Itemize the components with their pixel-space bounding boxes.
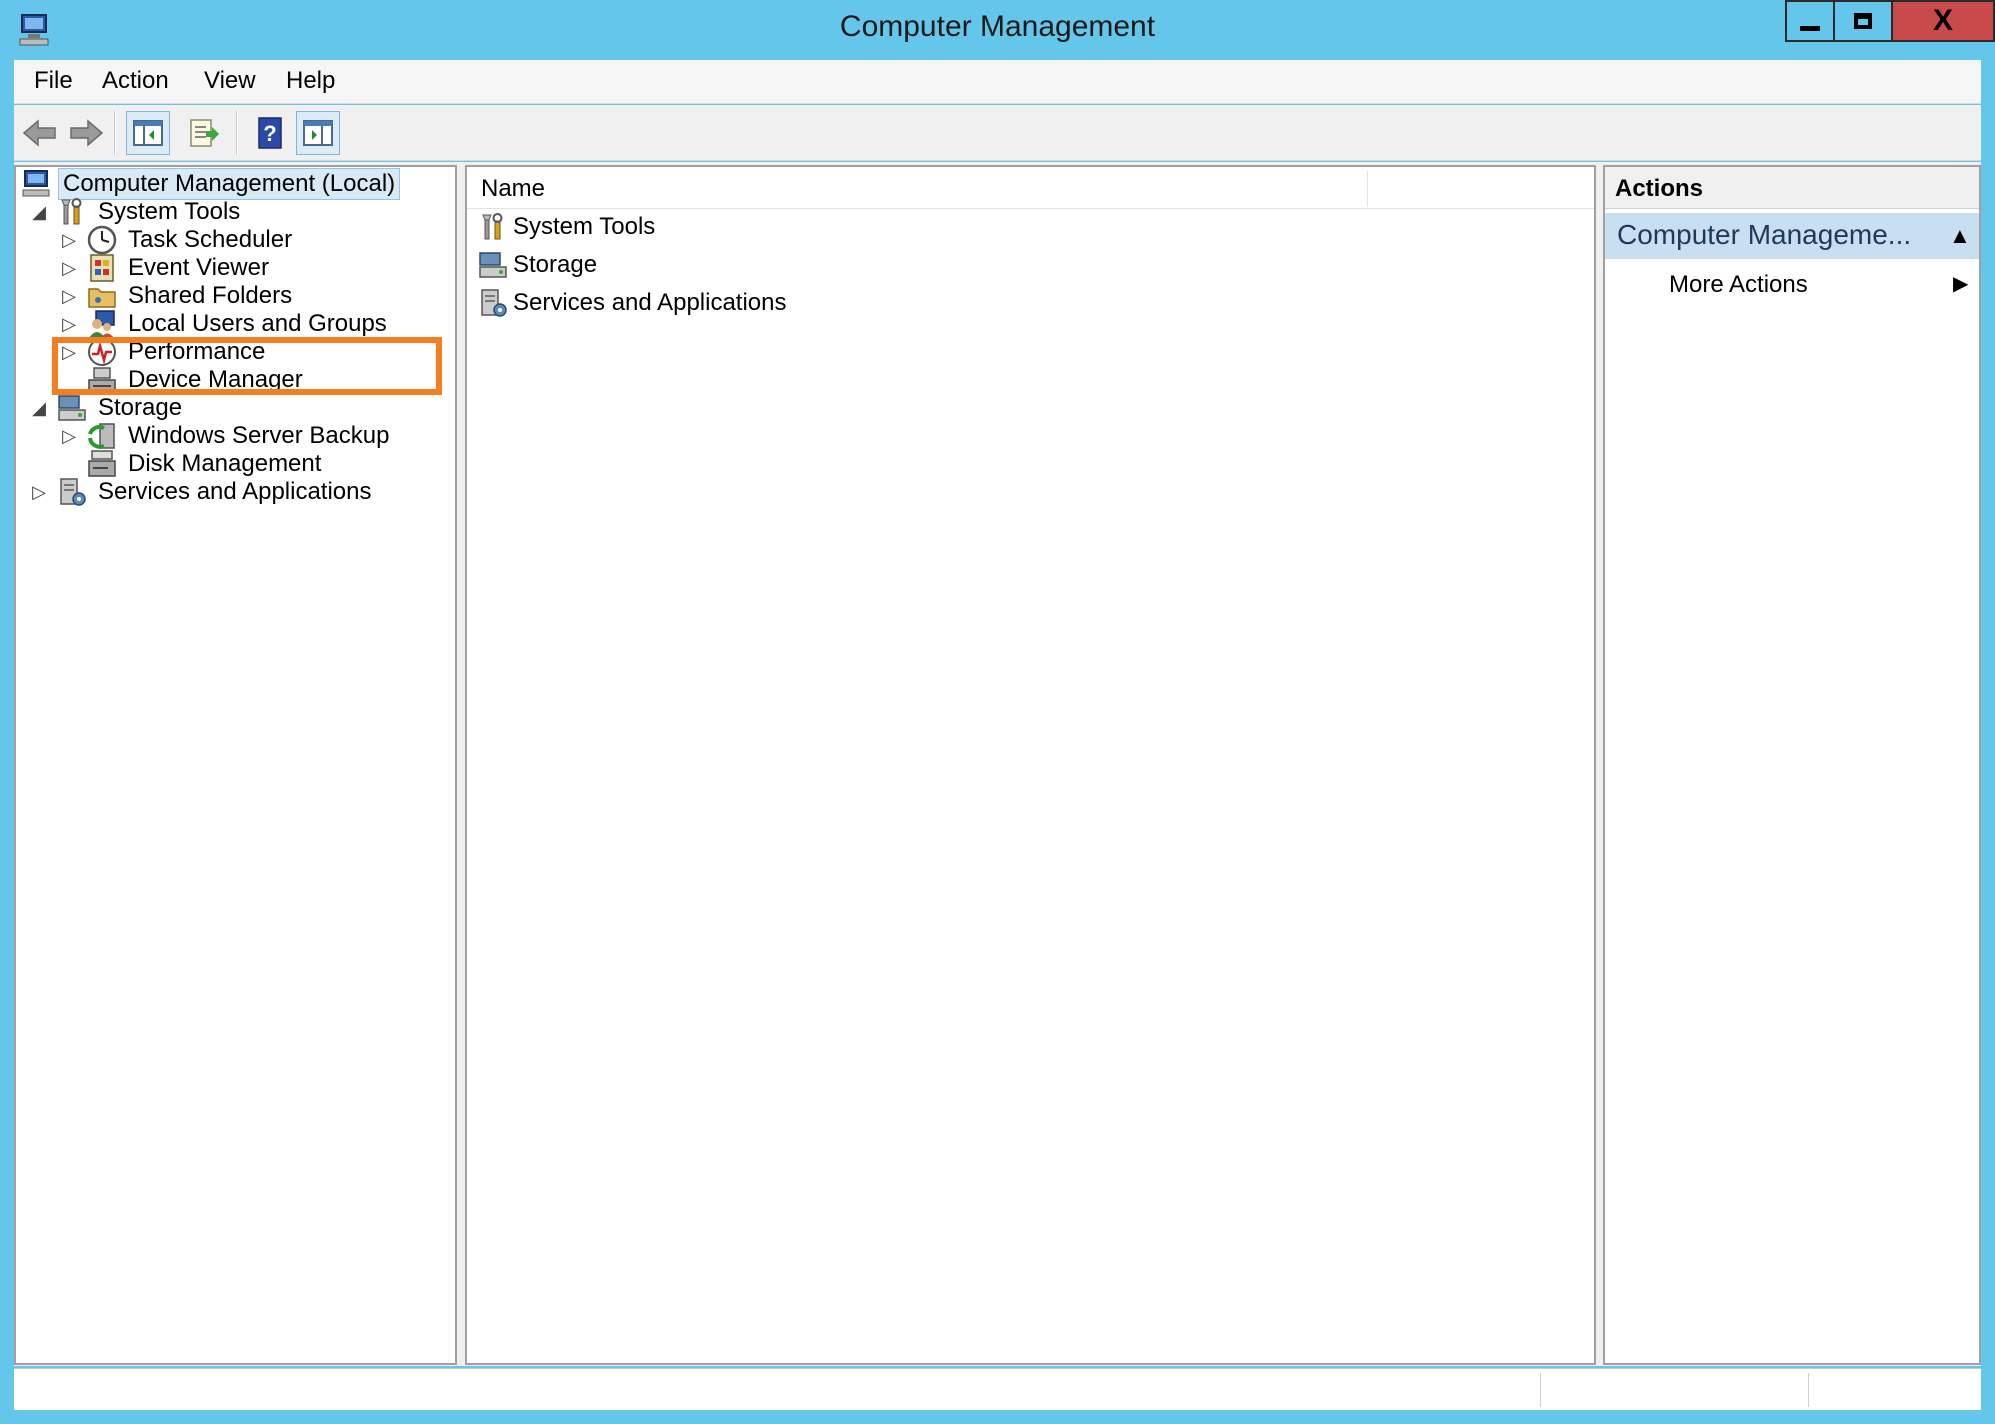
back-button[interactable] bbox=[18, 111, 62, 155]
menu-action[interactable]: Action bbox=[102, 67, 169, 95]
system-tools-icon bbox=[482, 213, 503, 240]
expand-arrow-icon[interactable]: ▷ bbox=[58, 230, 80, 251]
close-button[interactable]: X bbox=[1891, 0, 1995, 42]
tree-item-services-and-applications[interactable]: ▷ Services and Applications bbox=[28, 475, 376, 509]
toolbar: ? bbox=[14, 105, 1981, 161]
status-bar bbox=[14, 1368, 1981, 1410]
help-button[interactable]: ? bbox=[248, 111, 292, 155]
list-item-label: System Tools bbox=[513, 213, 656, 240]
export-list-icon bbox=[190, 119, 219, 147]
actions-header: Actions bbox=[1605, 167, 1979, 209]
list-item[interactable]: Services and Applications bbox=[477, 285, 787, 321]
list-header[interactable]: Name bbox=[467, 169, 1594, 209]
more-actions-item[interactable]: More Actions bbox=[1669, 271, 1808, 299]
expand-arrow-icon[interactable]: ▷ bbox=[58, 426, 80, 447]
show-hide-console-tree-icon bbox=[133, 120, 163, 146]
submenu-arrow-icon[interactable]: ▶ bbox=[1953, 271, 1968, 296]
svg-text:?: ? bbox=[263, 121, 276, 146]
list-item[interactable]: System Tools bbox=[477, 209, 655, 245]
actions-pane: Actions Computer Manageme... ▲ More Acti… bbox=[1603, 165, 1981, 1365]
back-arrow-icon bbox=[22, 119, 56, 147]
toolbar-separator bbox=[236, 111, 238, 155]
highlight-box bbox=[52, 337, 442, 395]
services-applications-icon bbox=[481, 289, 507, 317]
list-item-label: Storage bbox=[513, 251, 598, 278]
forward-arrow-icon bbox=[70, 119, 104, 147]
collapse-up-icon[interactable]: ▲ bbox=[1949, 223, 1971, 249]
status-divider bbox=[1808, 1373, 1809, 1407]
list-item[interactable]: Storage bbox=[477, 247, 597, 283]
window-title: Computer Management bbox=[839, 10, 1156, 43]
maximize-icon bbox=[1854, 13, 1872, 29]
toolbar-separator bbox=[114, 111, 116, 155]
collapse-arrow-icon[interactable]: ◢ bbox=[28, 398, 50, 419]
menu-help[interactable]: Help bbox=[286, 67, 335, 95]
column-divider[interactable] bbox=[1367, 171, 1368, 207]
services-applications-icon bbox=[60, 478, 86, 506]
show-hide-action-pane-button[interactable] bbox=[296, 111, 340, 155]
menu-view[interactable]: View bbox=[204, 67, 256, 95]
export-list-button[interactable] bbox=[182, 111, 226, 155]
storage-icon bbox=[479, 252, 507, 278]
minimize-icon bbox=[1800, 25, 1820, 31]
forward-button[interactable] bbox=[64, 111, 108, 155]
collapse-arrow-icon[interactable]: ◢ bbox=[28, 202, 50, 223]
expand-arrow-icon[interactable]: ▷ bbox=[28, 482, 50, 503]
expand-arrow-icon[interactable]: ▷ bbox=[58, 258, 80, 279]
help-icon: ? bbox=[258, 117, 282, 149]
maximize-button[interactable] bbox=[1833, 0, 1891, 42]
expand-arrow-icon[interactable]: ▷ bbox=[58, 314, 80, 335]
show-hide-action-pane-icon bbox=[303, 120, 333, 146]
expand-arrow-icon[interactable]: ▷ bbox=[58, 286, 80, 307]
results-list-pane[interactable]: Name System Tools Storage Services and A… bbox=[465, 165, 1596, 1365]
list-item-label: Services and Applications bbox=[513, 289, 787, 316]
status-divider bbox=[1540, 1373, 1541, 1407]
menu-bar: File Action View Help bbox=[14, 60, 1981, 104]
actions-section-label: Computer Manageme... bbox=[1617, 219, 1912, 250]
close-icon: X bbox=[1932, 4, 1953, 37]
minimize-button[interactable] bbox=[1785, 0, 1833, 42]
column-header-name[interactable]: Name bbox=[481, 175, 545, 203]
tree-item-label: Services and Applications bbox=[98, 478, 372, 505]
show-hide-console-tree-button[interactable] bbox=[126, 111, 170, 155]
menu-file[interactable]: File bbox=[34, 67, 73, 95]
actions-section-computer-management[interactable]: Computer Manageme... ▲ bbox=[1605, 213, 1979, 259]
actions-title: Actions bbox=[1615, 175, 1704, 202]
